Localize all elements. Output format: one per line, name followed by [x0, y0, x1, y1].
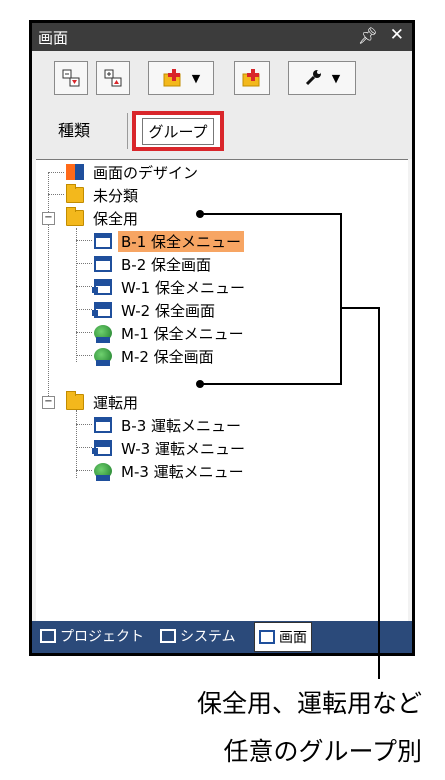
view-tabs: 種類 グループ [32, 103, 412, 159]
tree-connector [48, 194, 64, 195]
panel-toolbar: ▼ ▼ [32, 51, 412, 103]
add-folder-icon [163, 69, 181, 87]
callout-line [340, 307, 380, 309]
folder-icon [66, 207, 84, 226]
folder-icon [66, 391, 84, 410]
design-icon [66, 164, 84, 180]
tab-divider [127, 113, 128, 149]
tree-connector [48, 172, 64, 173]
tab-system[interactable]: システム [160, 621, 236, 651]
tree-connector [76, 240, 92, 241]
tree-item-m3[interactable]: M-3 運転メニュー [94, 460, 247, 482]
tree-item-b2[interactable]: B-2 保全画面 [94, 253, 214, 275]
tree-item-label: W-2 保全画面 [121, 301, 215, 320]
tab-screen[interactable]: 画面 [254, 622, 312, 652]
callout-line [340, 213, 342, 385]
tab-screen-label: 画面 [279, 630, 307, 646]
tree-connector [76, 447, 92, 448]
tab-project-label: プロジェクト [60, 629, 144, 645]
dropdown-arrow-icon: ▼ [191, 71, 201, 85]
caption-line-1: 保全用、運転用など [196, 689, 422, 718]
system-icon [160, 629, 176, 643]
mobile-globe-icon [94, 325, 112, 343]
tree-item-label: W-3 運転メニュー [121, 439, 245, 458]
callout-line [200, 383, 342, 385]
bottom-tab-bar: プロジェクト システム 画面 [32, 621, 412, 653]
tree-connector [76, 286, 92, 287]
tree-item-label: 画面のデザイン [93, 163, 199, 182]
tree-group-hozen[interactable]: 保全用 [66, 207, 141, 229]
tree-connector [76, 332, 92, 333]
add-group-button[interactable] [234, 61, 270, 95]
tree-item-w3[interactable]: W-3 運転メニュー [92, 437, 248, 459]
screen-panel: 画面 📌︎ ✕ ▼ ▼ 種類 グループ − − 画面のデザイン 未分類 保全用 … [29, 20, 415, 656]
window-icon [94, 233, 112, 249]
dropdown-arrow-icon: ▼ [331, 71, 341, 85]
wrench-icon [305, 70, 321, 86]
tree-item-label: 運転用 [93, 393, 139, 412]
callout-line [200, 213, 342, 215]
tree-connector [76, 355, 92, 356]
tree-connector [76, 424, 92, 425]
collapse-tree-button[interactable] [96, 61, 130, 95]
tab-project[interactable]: プロジェクト [40, 621, 144, 651]
window-icon [94, 256, 112, 272]
tree-item-label: M-1 保全メニュー [121, 324, 244, 343]
mobile-globe-icon [94, 348, 112, 366]
web-window-icon [92, 440, 112, 456]
tree-item-design[interactable]: 画面のデザイン [66, 161, 201, 183]
tab-group[interactable]: グループ [142, 117, 214, 145]
mobile-globe-icon [94, 463, 112, 481]
tree-item-label: M-3 運転メニュー [121, 462, 244, 481]
add-folder-icon [242, 69, 260, 87]
tree-item-label: W-1 保全メニュー [121, 278, 245, 297]
expand-icon [62, 69, 80, 87]
callout-line [378, 307, 380, 679]
tree-item-label: M-2 保全画面 [121, 347, 214, 366]
close-icon[interactable]: ✕ [390, 25, 404, 45]
tree-item-m2[interactable]: M-2 保全画面 [94, 345, 217, 367]
tree-item-label: B-1 保全メニュー [118, 230, 245, 252]
add-screen-button[interactable]: ▼ [148, 61, 214, 95]
tab-system-label: システム [180, 629, 236, 645]
folder-icon [66, 184, 84, 203]
tools-button[interactable]: ▼ [288, 61, 356, 95]
tree-connector [76, 228, 77, 362]
tree-item-b3[interactable]: B-3 運転メニュー [94, 414, 244, 436]
tree-connector [76, 263, 92, 264]
tree-connector [76, 410, 77, 478]
panel-title: 画面 [38, 28, 69, 47]
tree-item-b1[interactable]: B-1 保全メニュー [94, 230, 245, 252]
panel-titlebar: 画面 📌︎ ✕ [32, 23, 412, 51]
pin-icon[interactable]: 📌︎ [358, 26, 378, 45]
tree-item-label: 未分類 [93, 186, 139, 205]
web-window-icon [92, 302, 112, 318]
screen-tree: − − 画面のデザイン 未分類 保全用 B-1 保全メニュー B-2 保全画面 … [36, 159, 408, 622]
tree-item-m1[interactable]: M-1 保全メニュー [94, 322, 247, 344]
tree-item-label: B-3 運転メニュー [121, 416, 242, 435]
collapse-icon [104, 69, 122, 87]
tree-item-label: 保全用 [93, 209, 139, 228]
tree-connector [48, 172, 49, 398]
tree-group-unten[interactable]: 運転用 [66, 391, 141, 413]
tree-item-w2[interactable]: W-2 保全画面 [92, 299, 218, 321]
tree-item-label: B-2 保全画面 [121, 255, 212, 274]
expand-tree-button[interactable] [54, 61, 88, 95]
collapse-toggle-unten[interactable]: − [42, 396, 55, 409]
caption-line-2: 任意のグループ別 [223, 737, 422, 766]
tree-item-w1[interactable]: W-1 保全メニュー [92, 276, 248, 298]
tab-group-highlight[interactable]: グループ [132, 111, 224, 151]
screen-icon [259, 630, 275, 644]
tree-connector [76, 309, 92, 310]
web-window-icon [92, 279, 112, 295]
tree-item-uncategorized[interactable]: 未分類 [66, 184, 141, 206]
tree-connector [76, 470, 92, 471]
tab-type[interactable]: 種類 [58, 117, 90, 141]
window-icon [94, 417, 112, 433]
project-icon [40, 629, 56, 643]
collapse-toggle-hozen[interactable]: − [42, 212, 55, 225]
